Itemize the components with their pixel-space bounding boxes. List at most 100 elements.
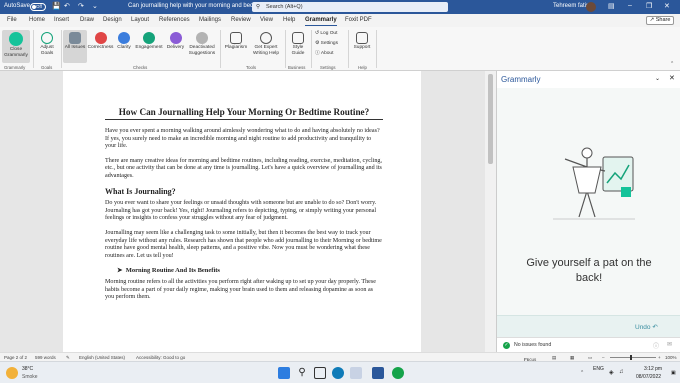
search-input[interactable]: ⚲ Search (Alt+Q) <box>252 2 448 12</box>
paragraph: Morning routine refers to all the activi… <box>105 278 376 301</box>
group-label-goals: Goals <box>41 65 53 70</box>
feedback-icon[interactable]: ✉ <box>667 341 672 348</box>
undo-arrow-icon: ↶ <box>652 324 658 331</box>
engagement-button[interactable]: Engagement <box>134 30 164 51</box>
separator <box>311 30 312 68</box>
expert-icon <box>260 32 272 44</box>
adjust-goals-button[interactable]: Adjust Goals <box>36 30 58 56</box>
adjust-goals-label: Adjust Goals <box>40 45 54 56</box>
search-icon: ⚲ <box>256 4 261 10</box>
minimize-icon[interactable]: – <box>628 2 632 9</box>
document-page[interactable]: How Can Journalling Help Your Morning Or… <box>63 71 421 352</box>
target-icon <box>41 32 53 44</box>
zoom-out-icon[interactable]: – <box>602 355 605 360</box>
delivery-button[interactable]: Delivery <box>165 30 186 51</box>
all-issues-button[interactable]: All Issues <box>63 30 87 63</box>
task-view-icon[interactable] <box>314 367 326 379</box>
tab-view[interactable]: View <box>260 17 273 23</box>
scrollbar-thumb[interactable] <box>488 74 493 164</box>
section-heading: What Is Journaling? <box>105 186 176 196</box>
zoom-slider-thumb[interactable] <box>630 355 632 360</box>
volume-icon[interactable]: ♫ <box>619 369 624 375</box>
clock-date[interactable]: 08/07/2022 <box>636 374 661 380</box>
all-issues-label: All Issues <box>64 45 86 50</box>
settings-button[interactable]: ⚙ Settings <box>315 41 338 47</box>
support-button[interactable]: Support <box>351 30 373 51</box>
weather-temp[interactable]: 38°C <box>22 366 33 372</box>
tab-help[interactable]: Help <box>283 17 295 23</box>
tab-home[interactable]: Home <box>29 17 45 23</box>
deactivated-suggestions-button[interactable]: Deactivated Suggestions <box>186 30 218 56</box>
clarity-icon <box>118 32 130 44</box>
clock-time[interactable]: 3:12 pm <box>644 366 662 372</box>
tab-design[interactable]: Design <box>103 17 122 23</box>
tab-file[interactable]: File <box>7 17 17 23</box>
title-bar: AutoSave Off 💾 ↶ ↷ ⌄ Can journalling hel… <box>0 0 680 14</box>
get-expert-help-button[interactable]: Get Expert Writing Help <box>250 30 282 56</box>
pane-close-icon[interactable]: ✕ <box>669 74 675 82</box>
close-grammarly-button[interactable]: Close Grammarly <box>2 30 30 63</box>
list-icon <box>69 32 81 44</box>
ribbon-options-icon[interactable]: ▤ <box>608 2 615 10</box>
about-button[interactable]: ⓘ About <box>315 51 333 57</box>
redo-icon[interactable]: ↷ <box>78 2 84 10</box>
zoom-level[interactable]: 100% <box>665 355 677 360</box>
tab-draw[interactable]: Draw <box>80 17 94 23</box>
accessibility-status[interactable]: Accessibility: Good to go <box>136 355 185 360</box>
close-grammarly-label: Close Grammarly <box>4 47 28 58</box>
bullet-heading-text: Morning Routine And Its Benefits <box>125 267 220 275</box>
tab-foxit-pdf[interactable]: Foxit PDF <box>345 17 372 23</box>
search-icon[interactable]: ⚲ <box>296 367 308 379</box>
style-guide-button[interactable]: Style Guide <box>288 30 308 56</box>
grammarly-app-icon[interactable] <box>392 367 404 379</box>
help-icon[interactable]: ⓘ <box>653 341 659 350</box>
undo-button[interactable]: Undo ↶ <box>635 323 658 331</box>
group-label-business: Business <box>288 65 306 70</box>
avatar[interactable] <box>586 2 596 12</box>
save-icon[interactable]: 💾 <box>52 2 61 10</box>
paragraph: Do you ever want to share your feelings … <box>105 200 377 222</box>
log-out-button[interactable]: ↺ Log Out <box>315 31 337 37</box>
tab-insert[interactable]: Insert <box>54 17 69 23</box>
clarity-label: Clarity <box>117 45 131 50</box>
page-count[interactable]: Page 2 of 2 <box>4 355 27 360</box>
no-issues-label: No issues found <box>514 342 552 348</box>
share-button[interactable]: ↗ Share <box>646 16 674 25</box>
word-icon[interactable] <box>372 367 384 379</box>
weather-icon[interactable] <box>6 367 18 379</box>
chrome-icon[interactable] <box>350 367 362 379</box>
restore-icon[interactable]: ❐ <box>646 2 652 10</box>
wifi-icon[interactable]: ◈ <box>609 369 614 376</box>
tab-layout[interactable]: Layout <box>131 17 149 23</box>
pane-body: Give yourself a pat on the back! <box>497 88 680 352</box>
tab-references[interactable]: References <box>159 17 190 23</box>
tray-chevron-icon[interactable]: ⌃ <box>580 370 584 376</box>
plagiarism-button[interactable]: Plagiarism <box>222 30 250 51</box>
windows-start-icon[interactable] <box>278 367 290 379</box>
clarity-button[interactable]: Clarity <box>115 30 133 51</box>
settings-label: Settings <box>320 41 338 46</box>
close-icon[interactable]: ✕ <box>664 2 670 10</box>
word-count[interactable]: 599 words <box>35 355 56 360</box>
tab-grammarly[interactable]: Grammarly <box>305 17 337 26</box>
input-language[interactable]: ENG <box>593 366 604 372</box>
zoom-in-icon[interactable]: + <box>658 355 661 360</box>
vertical-scrollbar[interactable] <box>485 71 496 352</box>
language[interactable]: English (United States) <box>79 355 125 360</box>
zoom-slider[interactable] <box>610 357 656 358</box>
undo-icon[interactable]: ↶ <box>64 2 70 10</box>
group-label-settings: Settings <box>320 65 336 70</box>
autosave-toggle[interactable]: Off <box>30 3 46 11</box>
collapse-ribbon-icon[interactable]: ⌃ <box>670 62 674 68</box>
about-label: About <box>320 51 334 56</box>
pane-options-icon[interactable]: ⌄ <box>655 75 660 82</box>
tab-mailings[interactable]: Mailings <box>199 17 221 23</box>
notifications-icon[interactable]: ▣ <box>671 370 676 376</box>
tab-review[interactable]: Review <box>231 17 251 23</box>
weather-condition[interactable]: Smoke <box>22 374 38 380</box>
grammarly-logo-icon <box>9 32 23 46</box>
edge-icon[interactable] <box>332 367 344 379</box>
document-area: How Can Journalling Help Your Morning Or… <box>0 71 496 352</box>
quick-access-more-icon[interactable]: ⌄ <box>92 2 98 10</box>
correctness-button[interactable]: Correctness <box>87 30 114 51</box>
